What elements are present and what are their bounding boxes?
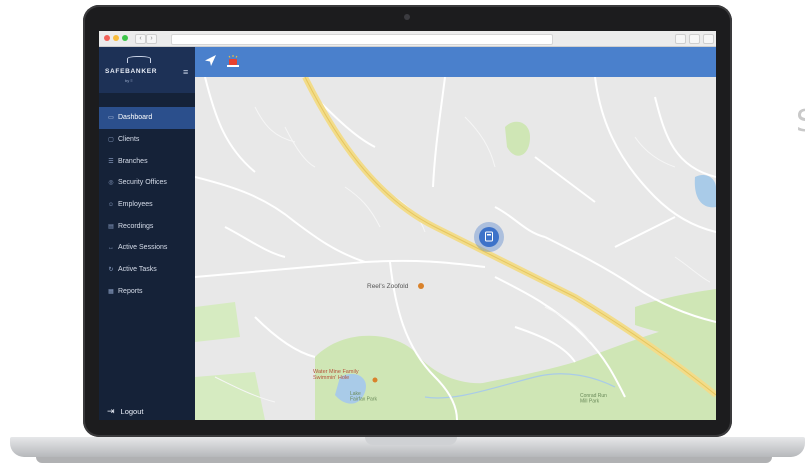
close-window-button[interactable] [104, 35, 110, 41]
tabs-button[interactable] [689, 34, 700, 44]
camera [404, 14, 410, 20]
logout-label: Logout [120, 407, 144, 416]
sidebar-item-active-tasks[interactable]: ↻ Active Tasks [99, 259, 195, 281]
address-bar[interactable] [171, 34, 553, 45]
sidebar-item-dashboard[interactable]: ▭ Dashboard [99, 107, 195, 129]
sidebar-menu: ▭ Dashboard ▢ Clients ☰ Branches ◎ Security Off… [99, 107, 195, 302]
sidebar-item-active-sessions[interactable]: ↔ Active Sessions [99, 237, 195, 259]
forward-button[interactable]: › [146, 34, 157, 44]
sidebar-item-label: Active Tasks [118, 266, 157, 274]
tasks-icon: ↻ [108, 267, 114, 274]
reports-icon: ▦ [108, 288, 114, 295]
sessions-icon: ↔ [108, 244, 114, 251]
branches-icon: ☰ [108, 158, 114, 165]
sidebar-item-employees[interactable]: ☺ Employees [99, 194, 195, 216]
sidebar-item-branches[interactable]: ☰ Branches [99, 150, 195, 172]
minimize-window-button[interactable] [113, 35, 119, 41]
cropped-letter-fragment: S [796, 104, 805, 139]
sidebar-item-label: Active Sessions [118, 244, 168, 252]
back-button[interactable]: ‹ [135, 34, 146, 44]
map-view[interactable]: Reel's Zoofold Water Mine Family Swimmin'… [195, 77, 716, 420]
employees-icon: ☺ [107, 201, 115, 208]
new-tab-button[interactable] [703, 34, 714, 44]
logout-button[interactable]: ⇥ Logout [107, 406, 144, 417]
share-button[interactable] [675, 34, 686, 44]
brand-subtitle: by ≡ [125, 78, 133, 83]
sidebar-item-reports[interactable]: ▦ Reports [99, 281, 195, 303]
sidebar-item-label: Recordings [118, 222, 154, 230]
sidebar-item-label: Reports [118, 287, 143, 295]
sidebar-item-label: Branches [118, 157, 148, 165]
laptop-frame: ‹ › SAFEBANKER by ≡ ≡ ▭ Dashboard ▢ Clients… [83, 5, 732, 437]
sidebar-item-recordings[interactable]: ▤ Recordings [99, 215, 195, 237]
brand-name: SAFEBANKER [105, 68, 158, 75]
browser-toolbar: ‹ › [99, 31, 716, 47]
menu-toggle-icon[interactable]: ≡ [183, 67, 188, 77]
alarm-icon[interactable] [226, 54, 240, 67]
brand-logo-icon [127, 56, 151, 63]
laptop-notch [365, 437, 457, 445]
maximize-window-button[interactable] [122, 35, 128, 41]
poi-zoo-icon[interactable] [418, 283, 424, 289]
laptop-base [10, 437, 805, 457]
dashboard-icon: ▭ [108, 115, 114, 122]
sidebar-item-label: Dashboard [118, 114, 153, 122]
top-bar [195, 47, 716, 77]
sidebar: SAFEBANKER by ≡ ≡ ▭ Dashboard ▢ Clients ☰ Bra… [99, 47, 195, 420]
brand-header: SAFEBANKER by ≡ ≡ [99, 47, 195, 93]
sidebar-item-label: Security Offices [118, 179, 167, 187]
sidebar-item-label: Employees [118, 201, 153, 209]
sidebar-item-clients[interactable]: ▢ Clients [99, 129, 195, 151]
laptop-foot [36, 457, 772, 463]
clients-icon: ▢ [108, 137, 114, 144]
poi-farm-icon[interactable] [372, 377, 378, 383]
sidebar-item-label: Clients [118, 136, 140, 144]
send-icon[interactable] [204, 54, 217, 67]
laptop-screen: ‹ › SAFEBANKER by ≡ ≡ ▭ Dashboard ▢ Clients… [99, 31, 716, 420]
logout-icon: ⇥ [107, 406, 115, 416]
security-office-icon: ◎ [108, 180, 114, 187]
poi-label-zoo: Reel's Zoofold [367, 283, 409, 290]
sidebar-item-security-offices[interactable]: ◎ Security Offices [99, 172, 195, 194]
recordings-icon: ▤ [108, 223, 114, 230]
location-marker[interactable] [479, 227, 499, 247]
